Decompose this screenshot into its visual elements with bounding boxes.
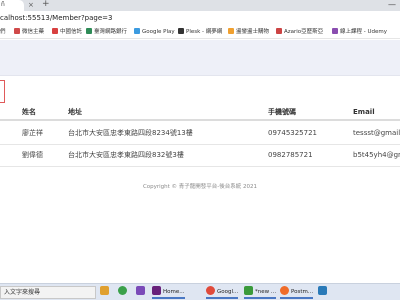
bookmark-favicon-icon [86, 28, 92, 34]
taskbar-search-input[interactable]: 入文字來搜尋 [0, 286, 96, 299]
bookmark-label: 中國信託 [60, 29, 83, 35]
bookmark-label: 微信主藥 [22, 29, 45, 35]
browser-tab-strip: ñ × + — [0, 0, 400, 11]
chat-app-icon [118, 286, 127, 295]
taskbar-app-line[interactable] [118, 286, 129, 299]
taskbar-app-notepad[interactable]: *new ... [244, 286, 277, 299]
column-header-address: 地址 [68, 108, 82, 116]
bookmark-label: 盪鑾盪士購物 [236, 29, 270, 35]
bookmark-favicon-icon [276, 28, 282, 34]
app-icon [318, 286, 327, 295]
taskbar-app-chrome[interactable]: Googl... [206, 286, 239, 299]
taskbar-app-visual-studio[interactable] [136, 286, 147, 299]
bookmark-favicon-icon [52, 28, 58, 34]
new-tab-button[interactable]: + [42, 0, 50, 10]
bookmark-favicon-icon [14, 28, 20, 34]
visual-studio-icon [136, 286, 145, 295]
taskbar-app-home[interactable]: Home... [152, 286, 185, 299]
cell-address: 台北市大安區忠孝東路四段832號3樓 [68, 151, 184, 159]
column-header-phone: 手機號碼 [268, 108, 296, 116]
bookmark-item[interactable]: Azario亞歷斯亞 [276, 28, 323, 37]
cell-address: 台北市大安區忠孝東路四段8234號13樓 [68, 129, 193, 137]
taskbar: 入文字來搜尋 Home... Googl... *new ... Postm..… [0, 283, 400, 300]
minimize-window-button[interactable]: — [388, 0, 396, 10]
bookmark-item[interactable]: 臺灣網路銀行 [86, 28, 127, 37]
url-text[interactable]: calhost:55513/Member?page=3 [0, 13, 113, 23]
taskbar-app-label: Googl... [217, 289, 239, 295]
browser-tab[interactable]: ñ [0, 0, 24, 11]
folder-icon [100, 286, 109, 295]
bookmark-label: Plesk - 網夢網 [186, 29, 223, 35]
close-tab-icon[interactable]: × [28, 0, 34, 10]
bookmark-item[interactable]: 盪鑾盪士購物 [228, 28, 269, 37]
bookmark-favicon-icon [332, 28, 338, 34]
bookmark-item[interactable]: 中國信託 [52, 28, 82, 37]
cell-name: 劉偉德 [22, 151, 43, 159]
taskbar-app-label: *new ... [255, 289, 277, 295]
column-header-name: 姓名 [22, 108, 36, 116]
table-row[interactable]: 劉偉德 台北市大安區忠孝東路四段832號3樓 0982785721 b5t45y… [0, 145, 400, 167]
cell-email: b5t45yh4@gmai [353, 151, 400, 159]
taskbar-app-file-explorer[interactable] [100, 286, 111, 299]
cell-name: 廖芷祥 [22, 129, 43, 137]
cell-phone: 0982785721 [268, 151, 313, 159]
bookmark-label: Azario亞歷斯亞 [284, 29, 324, 35]
taskbar-app-extra[interactable] [318, 286, 329, 299]
bookmark-item[interactable]: Google Play [134, 28, 175, 37]
bookmark-favicon-icon [178, 28, 184, 34]
notepad-icon [244, 286, 253, 295]
action-button[interactable] [0, 80, 5, 103]
bookmark-label: 們 [0, 29, 6, 35]
bookmarks-bar: 們 微信主藥 中國信託 臺灣網路銀行 Google Play Plesk - 網… [0, 26, 400, 39]
bookmark-item[interactable]: 線上課程 - Udemy [332, 28, 387, 37]
bookmark-item[interactable]: Plesk - 網夢網 [178, 28, 222, 37]
cell-phone: 09745325721 [268, 129, 317, 137]
table-header: 姓名 地址 手機號碼 Email [0, 104, 400, 121]
bookmark-favicon-icon [228, 28, 234, 34]
taskbar-app-label: Home... [163, 289, 185, 295]
chrome-icon [206, 286, 215, 295]
postman-icon [280, 286, 289, 295]
cell-email: tessst@gmail.co [353, 129, 400, 137]
address-bar[interactable]: calhost:55513/Member?page=3 [0, 11, 400, 25]
tab-title: ñ [1, 1, 5, 8]
copyright-footer: Copyright © 青子龍開發平台-後台系統 2021 [142, 184, 258, 190]
column-header-email: Email [353, 108, 375, 116]
bookmark-label: Google Play [142, 29, 175, 35]
taskbar-app-postman[interactable]: Postm... [280, 286, 314, 299]
table-row[interactable]: 廖芷祥 台北市大安區忠孝東路四段8234號13樓 09745325721 tes… [0, 123, 400, 145]
bookmark-label: 臺灣網路銀行 [94, 29, 128, 35]
taskbar-app-label: Postm... [291, 289, 314, 295]
bookmark-item[interactable]: 微信主藥 [14, 28, 44, 37]
bookmark-favicon-icon [134, 28, 140, 34]
app-header [0, 40, 400, 76]
bookmark-label: 線上課程 - Udemy [340, 29, 387, 35]
visual-studio-icon [152, 286, 161, 295]
bookmark-item[interactable]: 們 [0, 28, 6, 37]
